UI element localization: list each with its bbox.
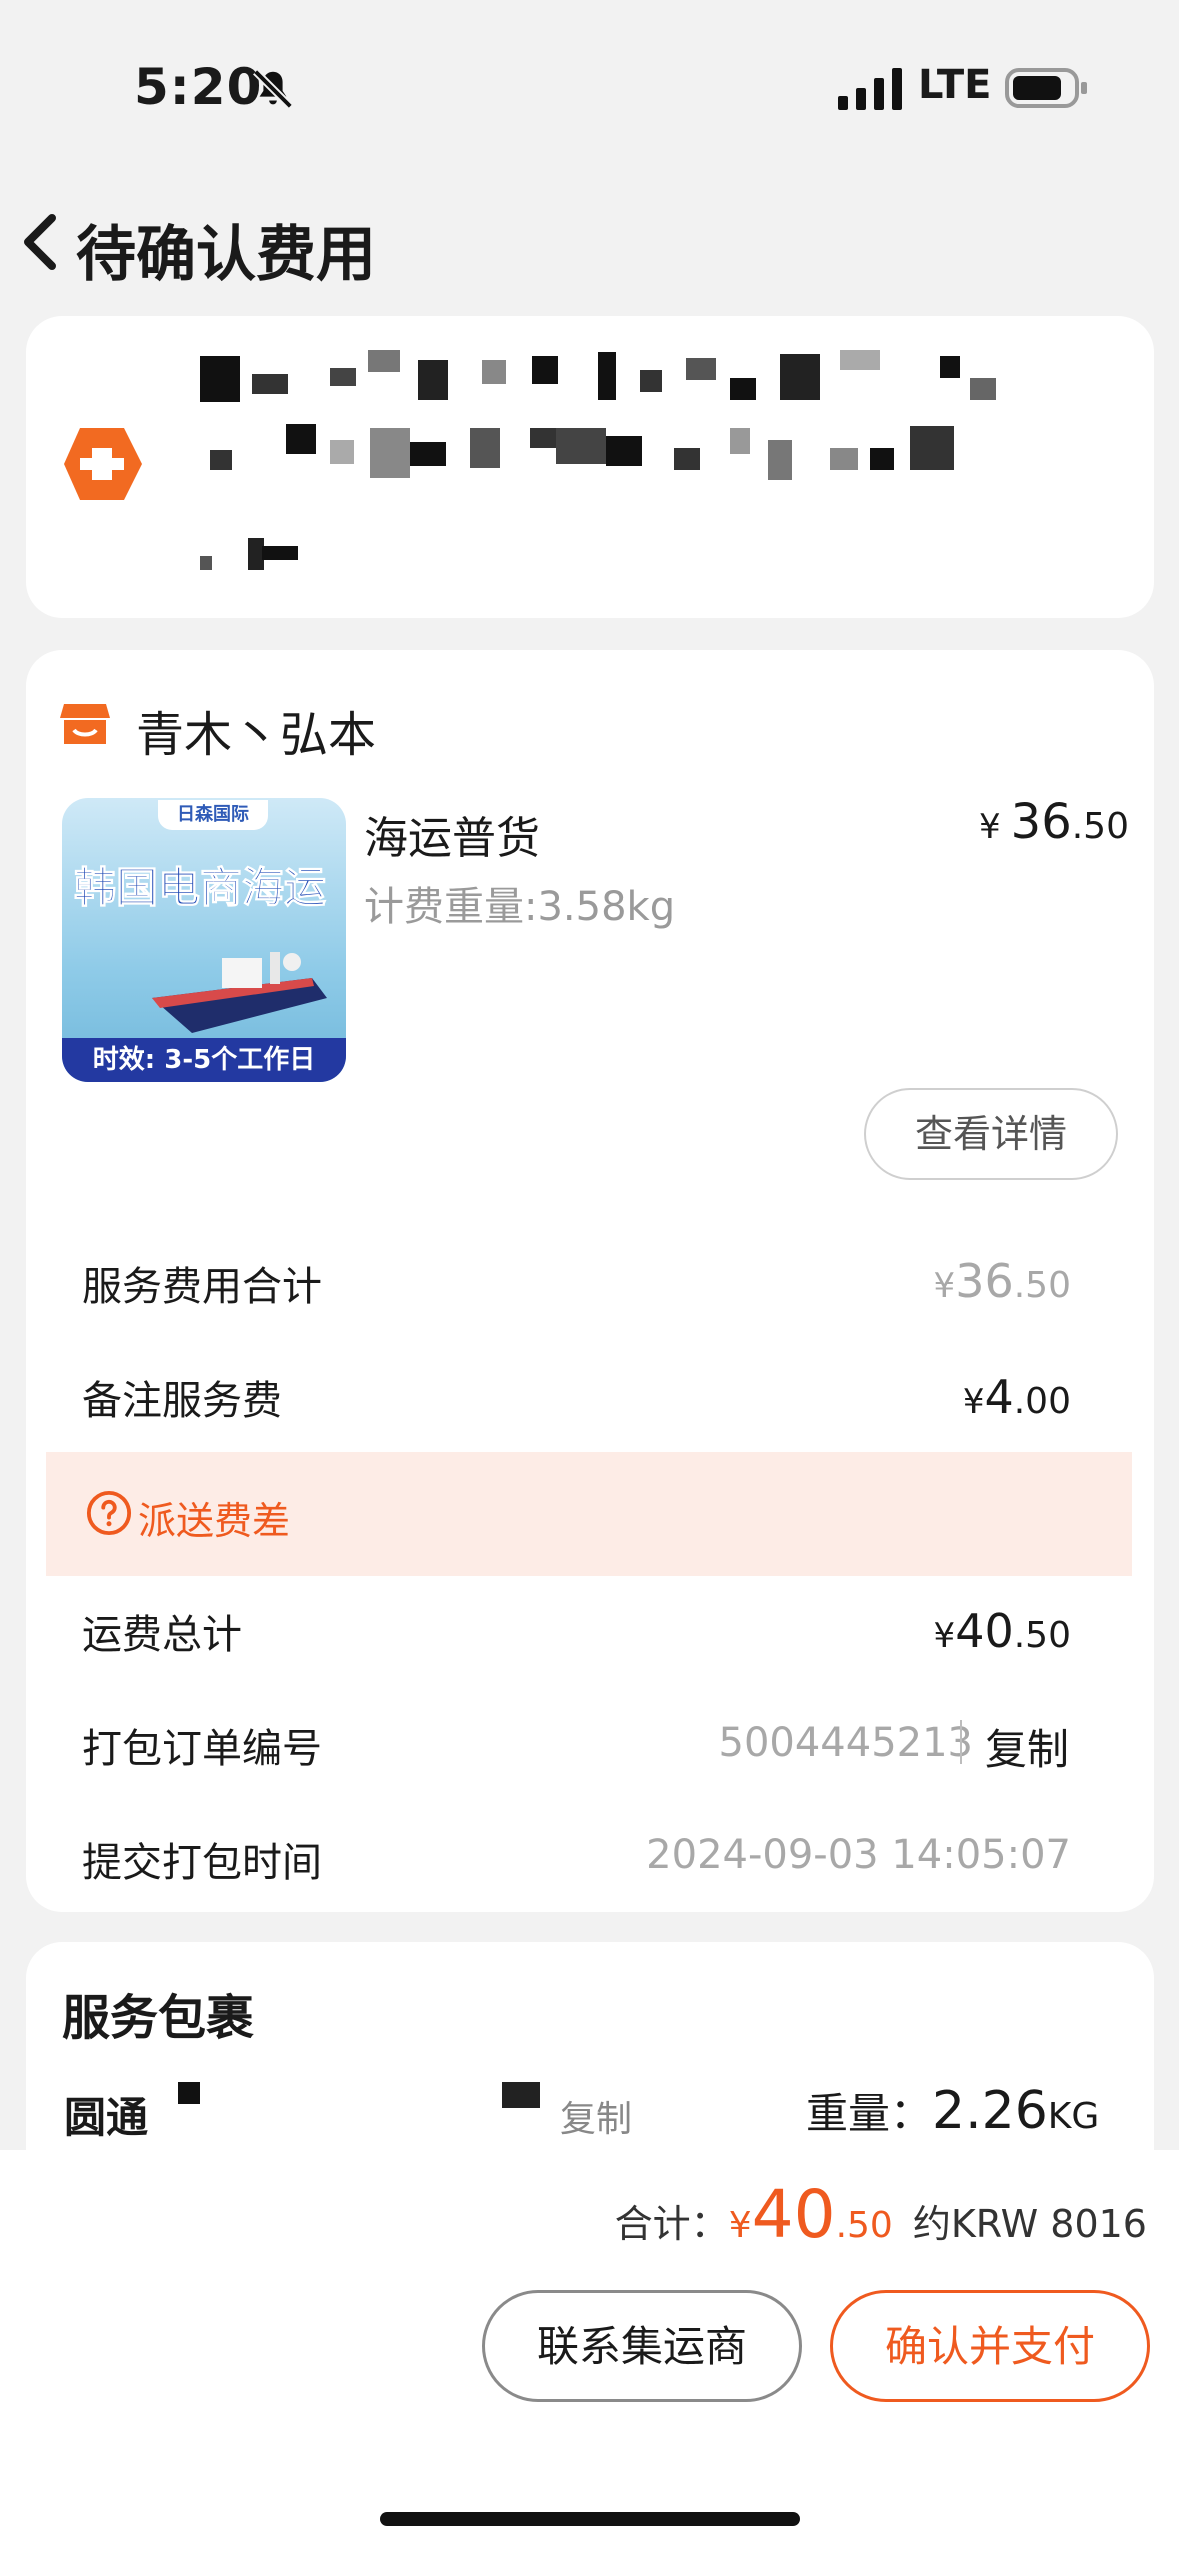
confirm-and-pay-button[interactable]: 确认并支付 — [830, 2290, 1150, 2402]
signal-icon — [838, 68, 902, 110]
thumbnail-logo: 日森国际 — [158, 800, 268, 830]
copy-tracking-button[interactable]: 复制 — [560, 2090, 632, 2142]
product-name: 海运普货 — [364, 813, 540, 864]
freight-total-label: 运费总计 — [82, 1612, 242, 1658]
back-arrow-icon[interactable] — [16, 210, 66, 274]
service-total-label: 服务费用合计 — [82, 1264, 322, 1310]
thumbnail-banner: 韩国电商海运 — [74, 863, 327, 913]
thumbnail-footer: 时效: 3-5个工作日 — [62, 1038, 346, 1082]
contact-forwarder-button[interactable]: 联系集运商 — [482, 2290, 802, 2402]
page-title: 待确认费用 — [76, 220, 376, 290]
freight-total-value: ¥40.50 — [933, 1604, 1071, 1658]
product-price: ¥36.50 — [979, 794, 1129, 850]
product-weight: 计费重量:3.58kg — [364, 884, 676, 930]
bell-muted-icon — [253, 69, 293, 109]
order-total: 合计：¥40.50 约KRW 8016 — [614, 2176, 1147, 2253]
carrier-name: 圆通 — [64, 2093, 149, 2142]
home-indicator[interactable] — [380, 2512, 800, 2526]
delivery-diff-label: 派送费差 — [138, 1499, 291, 1543]
view-details-button[interactable]: 查看详情 — [864, 1088, 1118, 1180]
service-total-value: ¥36.50 — [933, 1254, 1071, 1308]
warehouse-location-icon — [64, 428, 142, 500]
submit-time-value: 2024-09-03 14:05:07 — [646, 1832, 1071, 1878]
product-thumbnail[interactable]: 日森国际 韩国电商海运 时效: 3-5个工作日 — [62, 798, 346, 1082]
order-no-value: 5004445213 — [718, 1720, 974, 1766]
address-card[interactable] — [26, 316, 1154, 618]
tracking-no-pixelated-2 — [502, 2082, 540, 2108]
package-weight: 重量：2.26KG — [806, 2081, 1100, 2141]
remark-fee-value: ¥4.00 — [962, 1370, 1071, 1424]
remark-fee-label: 备注服务费 — [82, 1378, 282, 1424]
service-package-title: 服务包裹 — [62, 1990, 255, 2046]
divider — [960, 1720, 962, 1764]
question-circle-icon — [86, 1490, 132, 1536]
shop-icon — [60, 704, 110, 744]
shop-name: 青木丶弘本 — [136, 707, 377, 763]
tracking-no-pixelated — [178, 2082, 200, 2104]
copy-order-no-button[interactable]: 复制 — [985, 1716, 1069, 1777]
cargo-ship-icon — [152, 952, 327, 1033]
network-type: LTE — [918, 62, 992, 108]
order-no-label: 打包订单编号 — [82, 1726, 322, 1772]
submit-time-label: 提交打包时间 — [82, 1840, 322, 1886]
status-time: 5:20 — [134, 58, 263, 116]
battery-icon — [1005, 68, 1087, 108]
